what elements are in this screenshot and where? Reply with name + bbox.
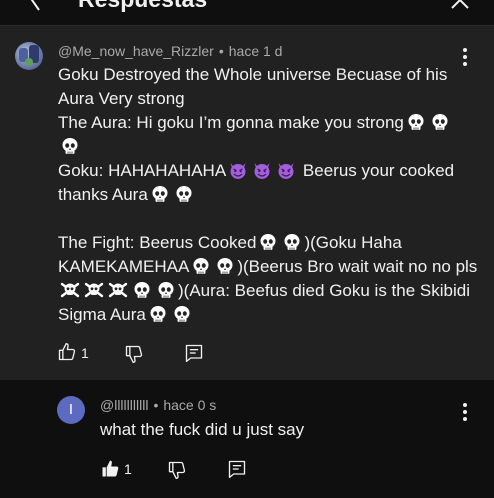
skull-emoji <box>217 258 233 274</box>
skull-emoji <box>134 282 150 298</box>
smiling-devil-emoji <box>230 163 246 179</box>
skull-emoji <box>193 258 209 274</box>
more-vert-icon[interactable] <box>462 403 468 421</box>
skull-emoji <box>152 186 168 202</box>
reply-time: hace 0 s <box>163 397 217 413</box>
comment-meta: @Me_now_have_Rizzler • hace 1 d <box>58 43 282 59</box>
reply-meta: @lllllllllll • hace 0 s <box>100 397 216 413</box>
avatar[interactable]: I <box>57 396 85 424</box>
header-bar: Respuestas <box>0 0 494 26</box>
thumbs-up-icon[interactable] <box>57 342 77 362</box>
skull-emoji <box>62 138 78 154</box>
reply-icon[interactable] <box>184 343 204 363</box>
skull-emoji <box>158 282 174 298</box>
like-count: 1 <box>124 461 132 477</box>
comment-line: )(Beerus Bro wait wait no no pls <box>237 257 478 276</box>
thumbs-down-icon[interactable] <box>167 460 187 480</box>
comment-line: The Fight: Beerus Cooked <box>58 233 257 252</box>
page-title: Respuestas <box>78 0 207 13</box>
avatar[interactable] <box>15 42 43 70</box>
skull-crossbones-emoji <box>108 282 128 298</box>
comment-line: Goku Destroyed the Whole universe Becuas… <box>58 65 452 108</box>
skull-emoji <box>432 114 448 130</box>
like-count: 1 <box>81 345 89 361</box>
skull-emoji <box>150 306 166 322</box>
comment-line: Goku: HAHAHAHAHA <box>58 161 227 180</box>
skull-emoji <box>174 306 190 322</box>
back-arrow-icon[interactable] <box>24 0 48 12</box>
meta-separator: • <box>218 43 224 59</box>
thumbs-up-filled-icon[interactable] <box>100 459 120 479</box>
thumbs-down-icon[interactable] <box>124 344 144 364</box>
skull-crossbones-emoji <box>84 282 104 298</box>
smiling-devil-emoji <box>254 163 270 179</box>
comment-time: hace 1 d <box>228 43 283 59</box>
reply-body: what the fuck did u just say <box>100 420 305 439</box>
skull-emoji <box>176 186 192 202</box>
reply-author[interactable]: @lllllllllll <box>100 397 148 413</box>
close-icon[interactable] <box>448 0 472 12</box>
comment-line: The Aura: Hi goku I’m gonna make you str… <box>58 113 404 132</box>
skull-crossbones-emoji <box>60 282 80 298</box>
meta-separator: • <box>153 397 159 413</box>
smiling-devil-emoji <box>278 163 294 179</box>
reply-icon[interactable] <box>227 459 247 479</box>
comment-author[interactable]: @Me_now_have_Rizzler <box>58 43 214 59</box>
skull-emoji <box>284 234 300 250</box>
skull-emoji <box>260 234 276 250</box>
skull-emoji <box>408 114 424 130</box>
reply-comment: I what the fuck did u just say 1 <box>0 380 494 498</box>
highlighted-comment: @Me_now_have_Rizzler • hace 1 d Goku Destr… <box>0 26 494 380</box>
comment-body: Goku Destroyed the Whole universe Becuas… <box>58 63 478 327</box>
